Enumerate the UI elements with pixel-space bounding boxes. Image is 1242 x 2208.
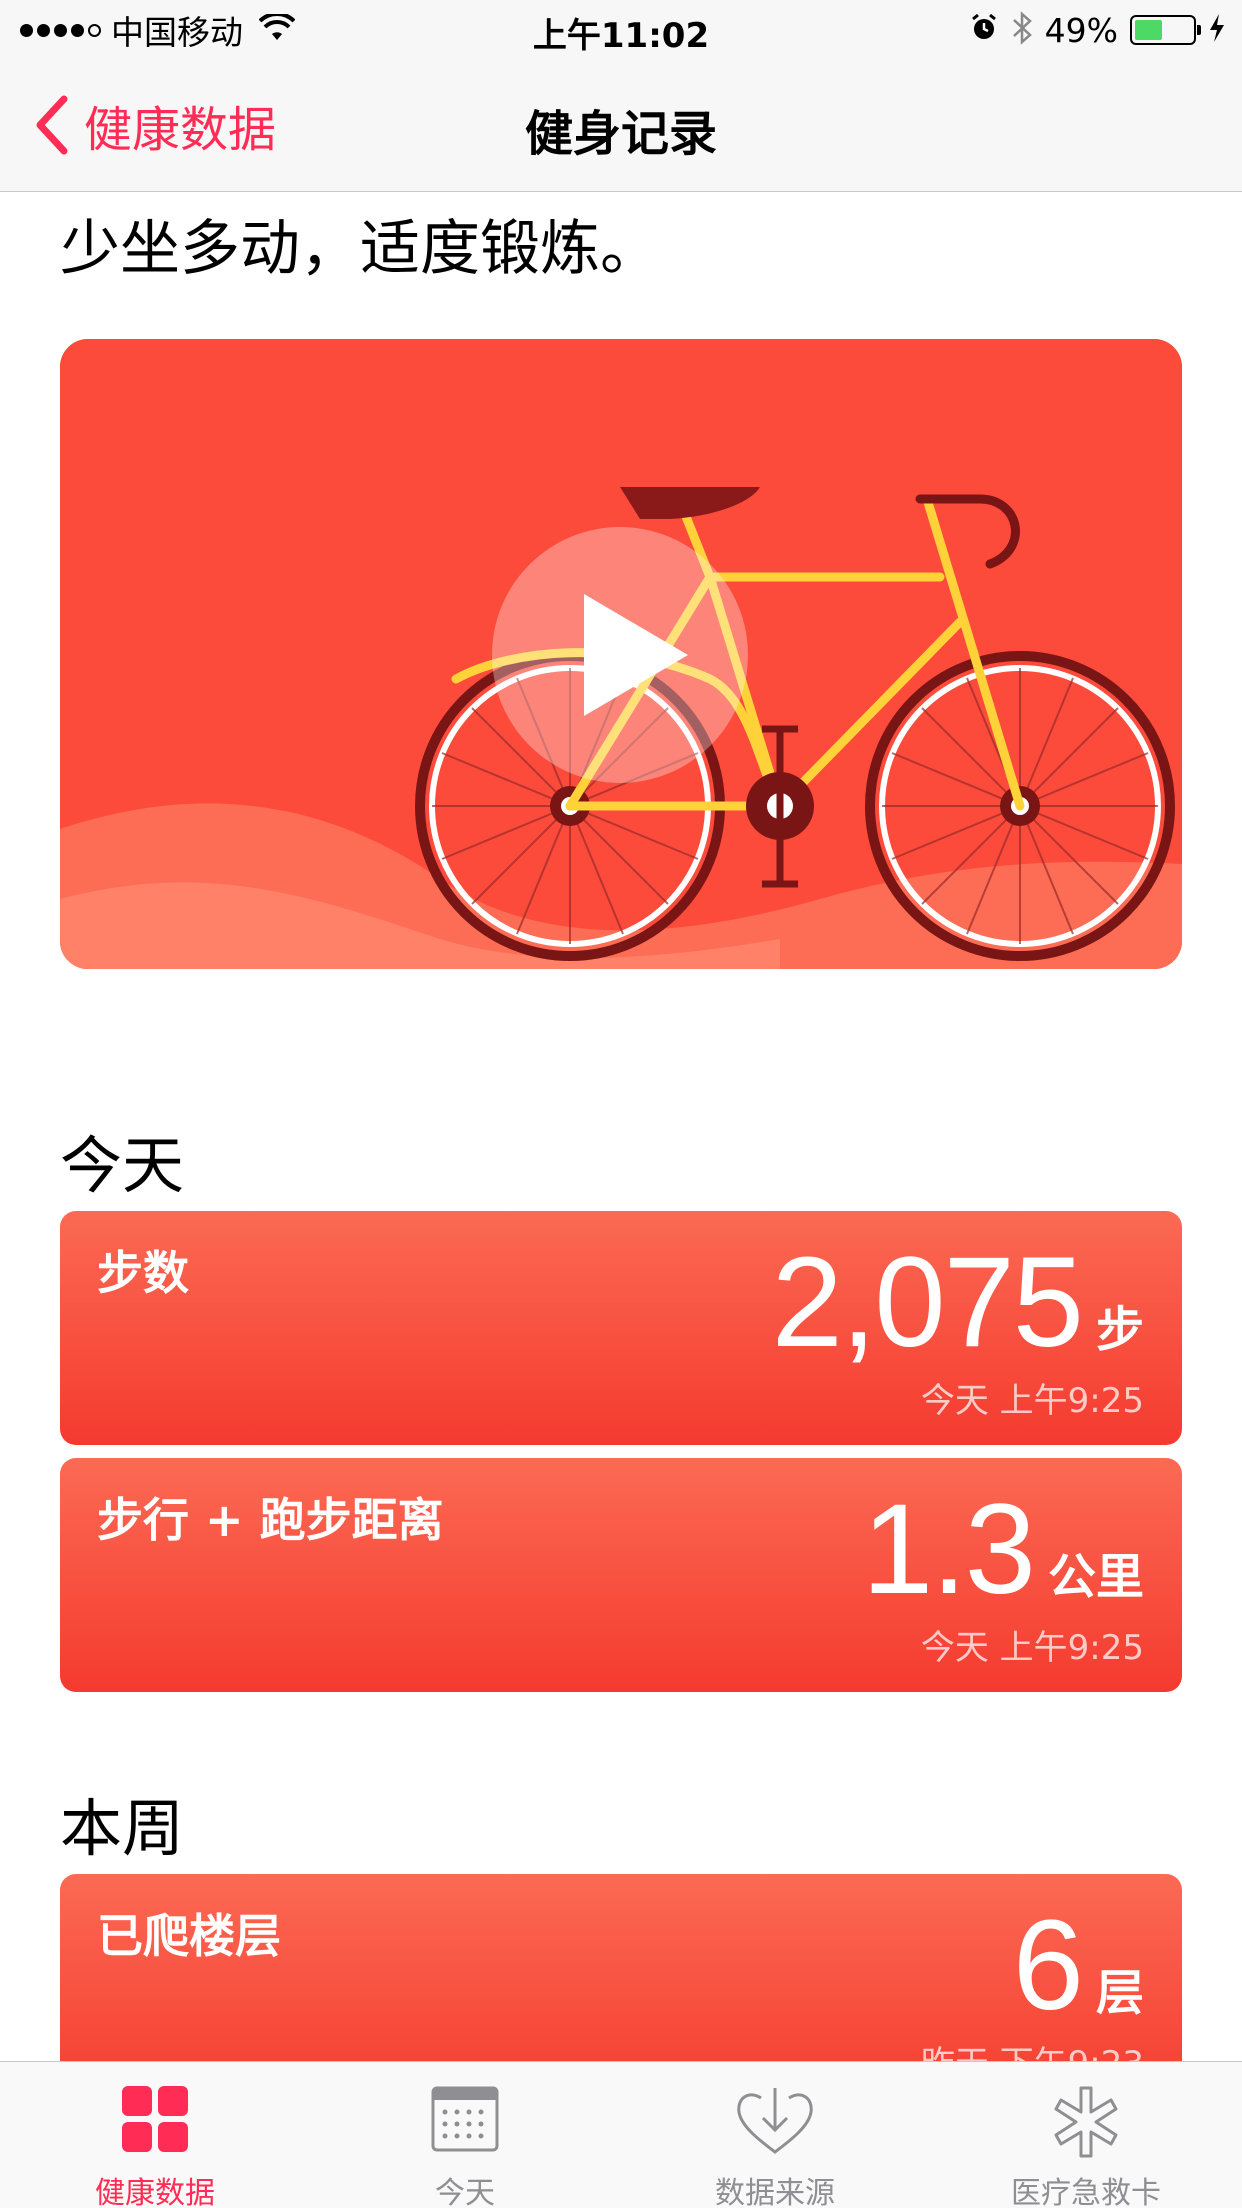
tab-today[interactable]: 今天 bbox=[310, 2062, 620, 2208]
page-title: 健身记录 bbox=[524, 106, 717, 162]
headline: 少坐多动，适度锻炼。 bbox=[60, 214, 660, 284]
metric-unit: 公里 bbox=[1047, 1549, 1144, 1605]
tab-health-data[interactable]: 健康数据 bbox=[0, 2062, 310, 2208]
metric-value-row: 6 层 bbox=[1013, 1892, 1144, 2039]
tab-label: 数据来源 bbox=[715, 2176, 835, 2208]
tab-medical-id[interactable]: 医疗急救卡 bbox=[930, 2062, 1242, 2208]
metric-value: 1.3 bbox=[862, 1478, 1036, 1621]
metric-timestamp: 今天 上午9:25 bbox=[920, 1628, 1144, 1668]
tab-bar: 健康数据 今天 数据来源 医疗急救卡 bbox=[0, 2061, 1242, 2208]
bicycle-illustration bbox=[60, 339, 1182, 969]
play-icon[interactable] bbox=[492, 527, 748, 783]
section-title-week: 本周 bbox=[60, 1792, 185, 1865]
grid-icon bbox=[122, 2086, 188, 2152]
metric-value-row: 1.3 公里 bbox=[862, 1476, 1144, 1623]
activity-video-card[interactable] bbox=[60, 339, 1182, 969]
alarm-icon bbox=[969, 13, 999, 47]
charging-icon bbox=[1208, 13, 1226, 47]
metric-label: 步行 + 跑步距离 bbox=[97, 1493, 444, 1547]
navigation-bar: 健康数据 健身记录 bbox=[0, 60, 1242, 192]
metric-label: 步数 bbox=[97, 1246, 189, 1300]
metric-timestamp: 今天 上午9:25 bbox=[920, 1381, 1144, 1421]
metric-value: 6 bbox=[1012, 1894, 1084, 2037]
battery-percent: 49% bbox=[1044, 10, 1118, 50]
metric-unit: 层 bbox=[1095, 1965, 1144, 2021]
metric-label: 已爬楼层 bbox=[97, 1909, 281, 1963]
asterisk-icon bbox=[1054, 2086, 1118, 2158]
metric-value-row: 2,075 步 bbox=[772, 1229, 1144, 1376]
steps-card[interactable]: 步数 2,075 步 今天 上午9:25 bbox=[60, 1211, 1182, 1445]
walking-running-distance-card[interactable]: 步行 + 跑步距离 1.3 公里 今天 上午9:25 bbox=[60, 1458, 1182, 1692]
heart-download-icon bbox=[737, 2088, 813, 2154]
bluetooth-icon bbox=[1011, 11, 1033, 49]
section-title-today: 今天 bbox=[60, 1129, 185, 1202]
tab-label: 医疗急救卡 bbox=[1011, 2176, 1161, 2208]
tab-label: 今天 bbox=[435, 2176, 495, 2208]
tab-label: 健康数据 bbox=[95, 2176, 215, 2208]
status-right: 49% bbox=[969, 8, 1226, 52]
tab-data-sources[interactable]: 数据来源 bbox=[620, 2062, 930, 2208]
battery-icon bbox=[1130, 15, 1201, 45]
metric-value: 2,075 bbox=[771, 1231, 1084, 1374]
status-bar: 中国移动 上午11:02 49% bbox=[0, 0, 1242, 60]
calendar-icon bbox=[431, 2086, 499, 2152]
metric-unit: 步 bbox=[1095, 1302, 1144, 1358]
